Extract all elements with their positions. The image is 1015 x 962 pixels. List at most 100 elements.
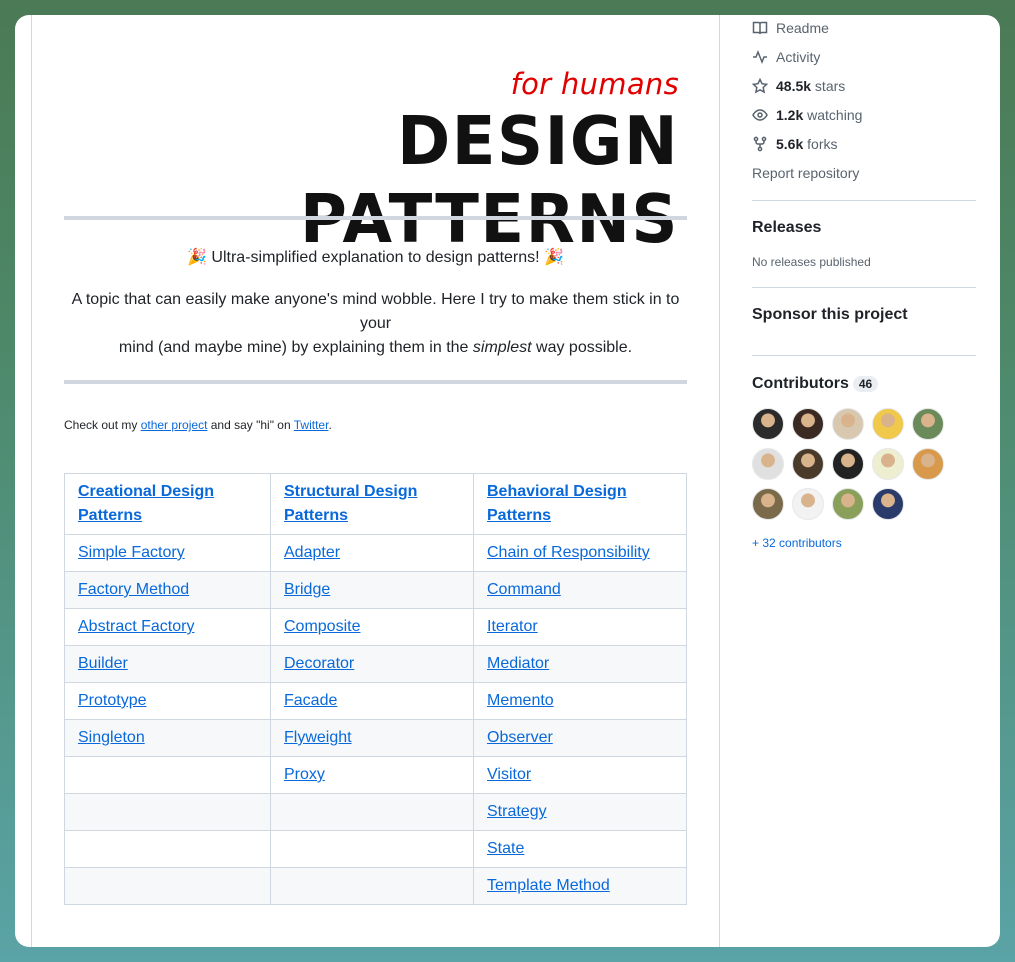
sidebar-separator (752, 287, 976, 288)
table-cell: Observer (473, 719, 687, 757)
readme-label: Readme (776, 20, 829, 36)
table-row: Strategy (64, 793, 687, 831)
contributors-heading[interactable]: Contributors 46 (752, 375, 879, 393)
table-header: Behavioral Design Patterns (473, 473, 687, 535)
intro-emphasis: simplest (472, 339, 532, 356)
pattern-link[interactable]: Composite (284, 618, 360, 635)
readme-link[interactable]: Readme (752, 18, 829, 38)
contributor-avatar[interactable] (792, 408, 824, 440)
table-cell (64, 756, 271, 794)
intro-text-2: mind (and maybe mine) by explaining them… (118, 339, 473, 356)
releases-heading[interactable]: Releases (752, 219, 821, 237)
contributor-avatar[interactable] (872, 448, 904, 480)
pattern-link[interactable]: Flyweight (284, 729, 352, 746)
forks-text: 5.6k forks (776, 136, 837, 152)
pattern-link[interactable]: Singleton (78, 729, 145, 746)
sidebar-separator (752, 355, 976, 356)
star-icon (752, 78, 768, 94)
watching-link[interactable]: 1.2k watching (752, 105, 862, 125)
table-cell (270, 867, 474, 905)
contributor-avatar[interactable] (872, 408, 904, 440)
pattern-link[interactable]: Adapter (284, 544, 340, 561)
stars-count: 48.5k (776, 78, 812, 94)
table-cell: Strategy (473, 793, 687, 831)
table-header: Structural Design Patterns (270, 473, 474, 535)
creational-header-link[interactable]: Creational Design Patterns (78, 483, 214, 524)
pattern-link[interactable]: Memento (487, 692, 554, 709)
tagline: 🎉 Ultra-simplified explanation to design… (187, 249, 564, 266)
more-contributors-link[interactable]: + 32 contributors (752, 536, 842, 550)
pattern-link[interactable]: Command (487, 581, 561, 598)
pattern-link[interactable]: Chain of Responsibility (487, 544, 650, 561)
contributor-avatar[interactable] (752, 448, 784, 480)
table-cell: Visitor (473, 756, 687, 794)
table-cell: Bridge (270, 571, 474, 609)
pattern-link[interactable]: Prototype (78, 692, 146, 709)
pattern-link[interactable]: Mediator (487, 655, 549, 672)
watching-label: watching (803, 107, 863, 123)
pattern-link[interactable]: Iterator (487, 618, 538, 635)
pattern-link[interactable]: Observer (487, 729, 553, 746)
pattern-link[interactable]: Template Method (487, 877, 610, 894)
contributor-avatar[interactable] (872, 488, 904, 520)
contributor-avatar[interactable] (832, 408, 864, 440)
table-cell: Flyweight (270, 719, 474, 757)
note-text: and say "hi" on (207, 418, 294, 432)
table-cell: Template Method (473, 867, 687, 905)
table-cell: Singleton (64, 719, 271, 757)
activity-link[interactable]: Activity (752, 47, 820, 67)
sidebar-separator (752, 200, 976, 201)
pattern-link[interactable]: Simple Factory (78, 544, 185, 561)
fork-icon (753, 136, 767, 152)
table-cell (64, 793, 271, 831)
table-cell: Composite (270, 608, 474, 646)
table-cell: Command (473, 571, 687, 609)
table-cell: Adapter (270, 534, 474, 572)
browser-window: for humans DESIGN PATTERNS 🎉 Ultra-simpl… (15, 15, 1000, 947)
pattern-link[interactable]: Abstract Factory (78, 618, 194, 635)
table-row: Abstract Factory Composite Iterator (64, 608, 687, 646)
pattern-link[interactable]: Factory Method (78, 581, 189, 598)
contributor-avatar[interactable] (792, 448, 824, 480)
pattern-link[interactable]: Builder (78, 655, 128, 672)
pattern-link[interactable]: Strategy (487, 803, 547, 820)
contributor-avatar[interactable] (752, 488, 784, 520)
table-row: Simple Factory Adapter Chain of Responsibi… (64, 534, 687, 572)
intro-paragraph: A topic that can easily make anyone's mi… (64, 288, 687, 360)
other-project-link[interactable]: other project (141, 418, 208, 432)
watching-count: 1.2k (776, 107, 804, 123)
contributor-avatar[interactable] (792, 488, 824, 520)
contributor-avatar[interactable] (752, 408, 784, 440)
pattern-link[interactable]: Bridge (284, 581, 330, 598)
content-left-border (31, 15, 32, 947)
report-repository-link[interactable]: Report repository (752, 163, 859, 183)
forks-link[interactable]: 5.6k forks (752, 134, 837, 154)
table-cell: State (473, 830, 687, 868)
pattern-link[interactable]: Decorator (284, 655, 354, 672)
pattern-link[interactable]: State (487, 840, 524, 857)
table-header-row: Creational Design Patterns Structural De… (64, 473, 687, 535)
contributors-label: Contributors (752, 375, 849, 392)
pattern-link[interactable]: Proxy (284, 766, 325, 783)
contributor-avatar[interactable] (832, 448, 864, 480)
title-subtitle: for humans (510, 67, 679, 101)
table-cell: Chain of Responsibility (473, 534, 687, 572)
behavioral-header-link[interactable]: Behavioral Design Patterns (487, 483, 627, 524)
book-icon (752, 21, 768, 35)
twitter-link[interactable]: Twitter (294, 418, 329, 432)
contributor-avatar[interactable] (912, 448, 944, 480)
pattern-link[interactable]: Facade (284, 692, 337, 709)
contributor-avatar[interactable] (912, 408, 944, 440)
note-text: Check out my (64, 418, 141, 432)
note-text: . (328, 418, 332, 432)
structural-header-link[interactable]: Structural Design Patterns (284, 483, 417, 524)
table-cell: Proxy (270, 756, 474, 794)
watching-text: 1.2k watching (776, 107, 862, 123)
releases-note: No releases published (752, 255, 871, 269)
table-row: Proxy Visitor (64, 756, 687, 794)
table-cell: Simple Factory (64, 534, 271, 572)
stars-link[interactable]: 48.5k stars (752, 76, 845, 96)
pattern-link[interactable]: Visitor (487, 766, 531, 783)
contributor-avatar[interactable] (832, 488, 864, 520)
report-label: Report repository (752, 165, 860, 181)
